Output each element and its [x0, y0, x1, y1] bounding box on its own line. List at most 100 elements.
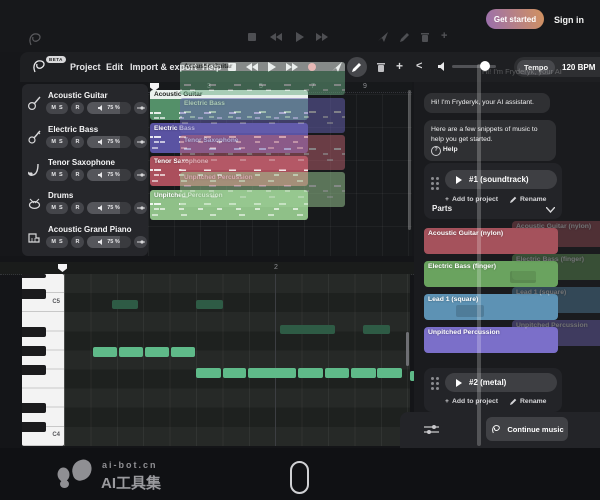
- part-acoustic-guitar-nylon[interactable]: Acoustic Guitar (nylon): [424, 228, 558, 254]
- clip-label: Tenor Saxophone: [154, 158, 208, 165]
- part-unpitched-percussion[interactable]: Unpitched Percussion: [424, 327, 558, 353]
- speaker-icon: [98, 172, 104, 178]
- clip-unpitched-percussion[interactable]: Unpitched Percussion: [150, 190, 308, 220]
- mute-solo-buttons[interactable]: MS: [46, 202, 68, 214]
- track-row[interactable]: Drums MS R 75 %: [22, 190, 148, 223]
- track-settings-button[interactable]: [134, 236, 147, 248]
- part-label: Unpitched Percussion: [428, 329, 500, 336]
- pencil-icon: [510, 196, 517, 203]
- fader-icon: [137, 205, 145, 211]
- track-name: Acoustic Grand Piano: [48, 225, 132, 234]
- black-key[interactable]: [22, 403, 46, 413]
- track-row[interactable]: Electric Bass MS R 75 %: [22, 124, 148, 157]
- pointer-tool-button[interactable]: [332, 62, 342, 72]
- track-volume-control[interactable]: 75 %: [87, 236, 131, 248]
- black-key[interactable]: [22, 274, 46, 278]
- vertical-scrollbar[interactable]: [406, 332, 409, 366]
- track-settings-button[interactable]: [134, 102, 147, 114]
- record-arm-button[interactable]: R: [71, 202, 84, 214]
- track-volume-control[interactable]: 75 %: [87, 202, 131, 214]
- chevron-down-icon[interactable]: [546, 207, 555, 213]
- track-row[interactable]: Tenor Saxophone MS R 75 %: [22, 157, 148, 190]
- stop-button[interactable]: [228, 63, 236, 71]
- settings-sliders-icon[interactable]: [424, 424, 439, 435]
- clip-tenor-saxophone[interactable]: Tenor Saxophone: [150, 156, 308, 186]
- part-label: Acoustic Guitar (nylon): [428, 230, 503, 237]
- rename-button[interactable]: Rename: [510, 196, 546, 203]
- track-name: Drums: [48, 191, 73, 200]
- play-icon: [296, 32, 304, 42]
- assistant-message: Here are a few snippets of music to help…: [424, 120, 556, 161]
- snippet-play-button[interactable]: #2 (metal): [445, 373, 557, 392]
- record-arm-button[interactable]: R: [71, 136, 84, 148]
- black-key[interactable]: [22, 289, 46, 299]
- volume-icon[interactable]: [438, 62, 447, 71]
- arrangement-view[interactable]: 3 5 7 9 Acoustic Guitar Electric Bass Te…: [148, 82, 412, 262]
- black-key[interactable]: [22, 346, 46, 356]
- piano-roll-grid[interactable]: [64, 274, 410, 446]
- piano-keyboard[interactable]: C5 C4: [22, 274, 64, 446]
- part-electric-bass-finger[interactable]: Electric Bass (finger): [424, 261, 558, 287]
- add-to-project-button[interactable]: +Add to project: [445, 398, 498, 405]
- playhead-marker[interactable]: [58, 264, 67, 272]
- menu-project[interactable]: Project: [70, 62, 101, 72]
- record-button[interactable]: [308, 63, 316, 71]
- fast-forward-icon: [316, 33, 328, 41]
- pencil-tool-button[interactable]: [347, 57, 367, 77]
- mute-solo-buttons[interactable]: MS: [46, 236, 68, 248]
- play-button[interactable]: [268, 62, 276, 72]
- clip-electric-bass[interactable]: Electric Bass: [150, 123, 308, 153]
- track-volume-control[interactable]: 75 %: [87, 102, 131, 114]
- pencil-icon: [400, 32, 410, 42]
- rename-button[interactable]: Rename: [510, 398, 546, 405]
- get-started-button[interactable]: Get started: [486, 9, 544, 29]
- track-volume-control[interactable]: 75 %: [87, 136, 131, 148]
- black-key[interactable]: [22, 365, 46, 375]
- clip-acoustic-guitar[interactable]: Acoustic Guitar: [150, 90, 308, 120]
- snippet-play-button[interactable]: #1 (soundtrack): [445, 170, 557, 189]
- track-settings-button[interactable]: [134, 136, 147, 148]
- acoustic-guitar-icon: [27, 96, 42, 111]
- mute-solo-buttons[interactable]: MS: [46, 102, 68, 114]
- record-arm-button[interactable]: R: [71, 236, 84, 248]
- assistant-panel: Hi! I'm Fryderyk, your AI assistant. Her…: [414, 82, 600, 448]
- rewind-button[interactable]: [246, 63, 258, 71]
- track-row[interactable]: Acoustic Guitar MS R 75 %: [22, 90, 148, 123]
- track-row[interactable]: Acoustic Grand Piano MS R 75 %: [22, 224, 148, 257]
- part-pattern-block: [510, 271, 536, 283]
- add-tool-button[interactable]: +: [396, 59, 403, 73]
- piano-roll: 2 C5 C4: [0, 256, 414, 448]
- site-header: Get started Sign in +: [0, 0, 600, 52]
- saxophone-icon: [27, 163, 42, 178]
- panel-scrollbar[interactable]: [477, 64, 481, 446]
- drag-handle-icon[interactable]: [431, 177, 434, 180]
- pencil-icon: [510, 398, 517, 405]
- clip-notes-preview: [150, 99, 308, 120]
- track-settings-button[interactable]: [134, 169, 147, 181]
- record-arm-button[interactable]: R: [71, 102, 84, 114]
- cut-tool-button[interactable]: <: [416, 60, 422, 72]
- track-list: Acoustic Guitar MS R 75 % Electric Bass …: [22, 84, 148, 256]
- mute-solo-buttons[interactable]: MS: [46, 169, 68, 181]
- mute-solo-buttons[interactable]: MS: [46, 136, 68, 148]
- continue-music-button[interactable]: Continue music: [486, 417, 568, 441]
- fader-icon: [137, 172, 145, 178]
- vertical-scrollbar[interactable]: [408, 90, 411, 230]
- add-to-project-button[interactable]: +Add to project: [445, 196, 498, 203]
- record-arm-button[interactable]: R: [71, 169, 84, 181]
- menu-help[interactable]: Help: [202, 62, 222, 72]
- track-volume-control[interactable]: 75 %: [87, 169, 131, 181]
- trash-icon: [421, 32, 429, 42]
- delete-tool-button[interactable]: [377, 62, 385, 72]
- menu-import-export[interactable]: Import & export: [130, 62, 197, 72]
- menu-edit[interactable]: Edit: [106, 62, 123, 72]
- part-lead-1-square[interactable]: Lead 1 (square): [424, 294, 558, 320]
- black-key[interactable]: [22, 327, 46, 337]
- help-link[interactable]: Help: [443, 146, 458, 153]
- clip-label: Electric Bass: [154, 125, 195, 132]
- drag-handle-icon[interactable]: [431, 377, 434, 380]
- track-settings-button[interactable]: [134, 202, 147, 214]
- fast-forward-button[interactable]: [286, 63, 298, 71]
- sign-in-link[interactable]: Sign in: [554, 15, 584, 25]
- black-key[interactable]: [22, 422, 46, 432]
